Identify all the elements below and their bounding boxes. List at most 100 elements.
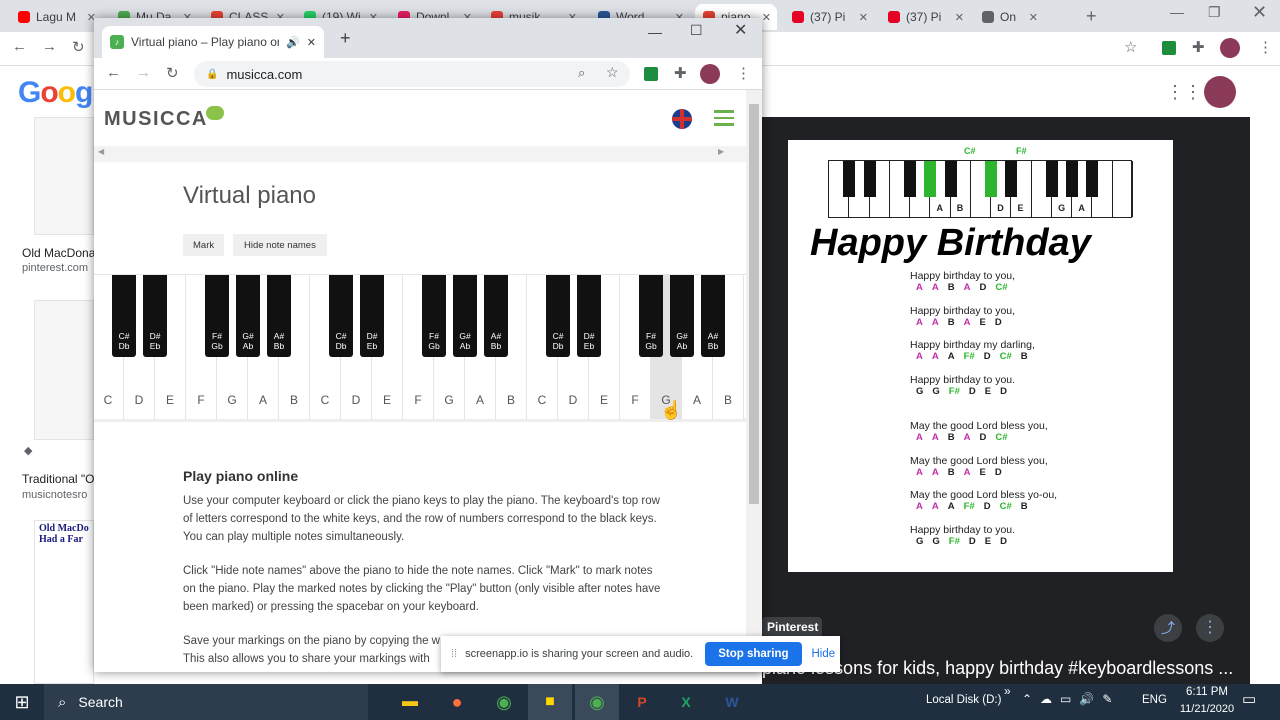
black-key[interactable]: A# Bb <box>701 275 725 357</box>
sharp-label: D# <box>149 331 161 341</box>
horizontal-scrollbar[interactable]: ◀ ▶ <box>94 146 746 162</box>
search-icon[interactable]: ⌕ <box>578 65 585 81</box>
page-scrollbar[interactable] <box>1250 117 1268 684</box>
black-key[interactable]: C# Db <box>112 275 136 357</box>
clock-time[interactable]: 6:11 PM <box>1178 686 1236 698</box>
black-key[interactable]: A# Bb <box>267 275 291 357</box>
chevron-right-icon[interactable]: » <box>1004 684 1011 698</box>
stop-sharing-button[interactable]: Stop sharing <box>705 642 802 666</box>
chrome-icon[interactable]: ◉ <box>575 684 619 720</box>
extension-icon[interactable] <box>1162 41 1176 55</box>
mark-button[interactable]: Mark <box>183 234 225 256</box>
result-title[interactable]: Traditional "O <box>22 472 94 486</box>
note-label: B <box>947 432 955 443</box>
excel-icon[interactable]: X <box>664 684 708 720</box>
close-tab-icon[interactable]: ✕ <box>955 11 970 24</box>
result-thumbnail[interactable]: Old MacDo Had a Far <box>34 520 94 684</box>
back-icon[interactable]: ← <box>106 64 121 81</box>
language-indicator[interactable]: ENG <box>1142 694 1167 706</box>
black-key[interactable]: G# Ab <box>670 275 694 357</box>
forward-icon[interactable]: → <box>42 38 57 55</box>
minimize-icon[interactable]: — <box>648 24 662 40</box>
close-tab-icon[interactable]: ✕ <box>859 11 874 24</box>
puzzle-icon[interactable]: ✚ <box>674 64 687 82</box>
black-key[interactable]: F# Gb <box>422 275 446 357</box>
tab-virtual-piano[interactable]: ♪ Virtual piano – Play piano on 🔊 ✕ <box>102 26 324 58</box>
account-avatar[interactable] <box>1204 76 1236 108</box>
result-title[interactable]: Old MacDona <box>22 246 94 260</box>
black-key[interactable]: A# Bb <box>484 275 508 357</box>
taskbar-search-box[interactable]: ⌕ Search <box>44 684 368 720</box>
forward-icon[interactable]: → <box>136 64 151 81</box>
notification-icon[interactable]: ▭ <box>1242 690 1256 708</box>
more-options-icon[interactable]: ⋮ <box>1196 614 1224 642</box>
background-tab[interactable]: Lagu M ✕ <box>10 4 102 30</box>
avatar[interactable] <box>1220 38 1240 58</box>
chrome-icon[interactable]: ◉ <box>482 684 526 720</box>
hide-button[interactable]: Hide <box>812 648 836 660</box>
close-tab-icon[interactable]: ✕ <box>1029 11 1044 24</box>
black-key[interactable]: G# Ab <box>236 275 260 357</box>
black-key[interactable]: D# Eb <box>360 275 384 357</box>
close-tab-icon[interactable]: ✕ <box>307 36 316 49</box>
black-key[interactable]: C# Db <box>329 275 353 357</box>
maximize-icon[interactable]: ☐ <box>690 22 703 39</box>
word-icon[interactable]: W <box>710 684 754 720</box>
black-key[interactable]: C# Db <box>546 275 570 357</box>
black-key[interactable]: G# Ab <box>453 275 477 357</box>
source-label[interactable]: Pinterest <box>767 620 818 634</box>
minimize-icon[interactable]: — <box>1170 4 1184 20</box>
address-bar[interactable]: 🔒 musicca.com ⌕ ☆ <box>194 61 630 87</box>
reload-icon[interactable]: ↻ <box>166 64 179 82</box>
firefox-icon[interactable]: ● <box>435 684 479 720</box>
close-icon[interactable]: ✕ <box>1252 2 1267 23</box>
tab-title: (37) Pi <box>906 10 942 24</box>
sharp-label: G# <box>459 331 471 341</box>
background-tab[interactable]: (37) Pi ✕ <box>784 4 874 30</box>
sharp-label: A# <box>707 331 719 341</box>
powerpoint-icon[interactable]: P <box>620 684 664 720</box>
hamburger-menu-icon[interactable] <box>714 110 734 126</box>
black-key[interactable]: F# Gb <box>205 275 229 357</box>
black-key[interactable]: D# Eb <box>577 275 601 357</box>
uk-flag-icon[interactable] <box>672 109 692 129</box>
file-explorer-icon[interactable]: ▬ <box>388 684 432 720</box>
background-tab[interactable]: On ✕ <box>974 4 1044 30</box>
note-label: B <box>1020 351 1028 362</box>
new-tab-icon[interactable]: + <box>340 28 351 49</box>
note-label: E <box>979 467 986 478</box>
url-text[interactable]: musicca.com <box>226 67 302 82</box>
star-icon[interactable]: ☆ <box>606 64 619 81</box>
result-thumbnail[interactable] <box>34 117 94 235</box>
windows-start-icon[interactable]: ⊞ <box>0 684 44 720</box>
black-key[interactable]: D# Eb <box>143 275 167 357</box>
close-window-icon[interactable]: ✕ <box>734 20 747 40</box>
menu-icon[interactable]: ⋮ <box>1258 38 1273 56</box>
extension-icon[interactable] <box>644 67 658 81</box>
lesson-image[interactable]: C# F# A B D E G A Happy Birthday Happy birthday t… <box>788 140 1173 572</box>
system-tray-icons[interactable]: ⌃☁▭🔊✎ <box>1022 692 1120 706</box>
back-icon[interactable]: ← <box>12 38 27 55</box>
background-tab[interactable]: (37) Pi ✕ <box>880 4 970 30</box>
menu-icon[interactable]: ⋮ <box>736 64 751 82</box>
sticky-notes-icon[interactable]: ■ <box>528 684 572 720</box>
apps-grid-icon[interactable]: ⋮⋮ <box>1166 82 1202 103</box>
share-icon[interactable]: ⤴ <box>1154 614 1182 642</box>
local-disk-label[interactable]: Local Disk (D:) <box>926 694 1001 706</box>
reload-icon[interactable]: ↻ <box>72 38 85 56</box>
musicca-logo[interactable]: MUSICCA <box>104 108 208 131</box>
puzzle-icon[interactable]: ✚ <box>1192 38 1205 56</box>
note-label: A <box>963 432 971 443</box>
result-thumbnail[interactable] <box>34 300 94 440</box>
close-tab-icon[interactable]: ✕ <box>762 11 777 24</box>
star-icon[interactable]: ☆ <box>1124 38 1137 56</box>
audio-playing-icon[interactable]: 🔊 <box>286 36 300 49</box>
drag-handle-icon[interactable]: ⁞⁞ <box>451 648 457 660</box>
clock-date[interactable]: 11/21/2020 <box>1172 703 1242 715</box>
new-tab-icon[interactable]: + <box>1086 6 1097 27</box>
hide-note-names-button[interactable]: Hide note names <box>233 234 327 256</box>
page-scrollbar[interactable] <box>746 90 762 672</box>
black-key[interactable]: F# Gb <box>639 275 663 357</box>
maximize-icon[interactable]: ❐ <box>1208 4 1221 21</box>
avatar[interactable] <box>700 64 720 84</box>
